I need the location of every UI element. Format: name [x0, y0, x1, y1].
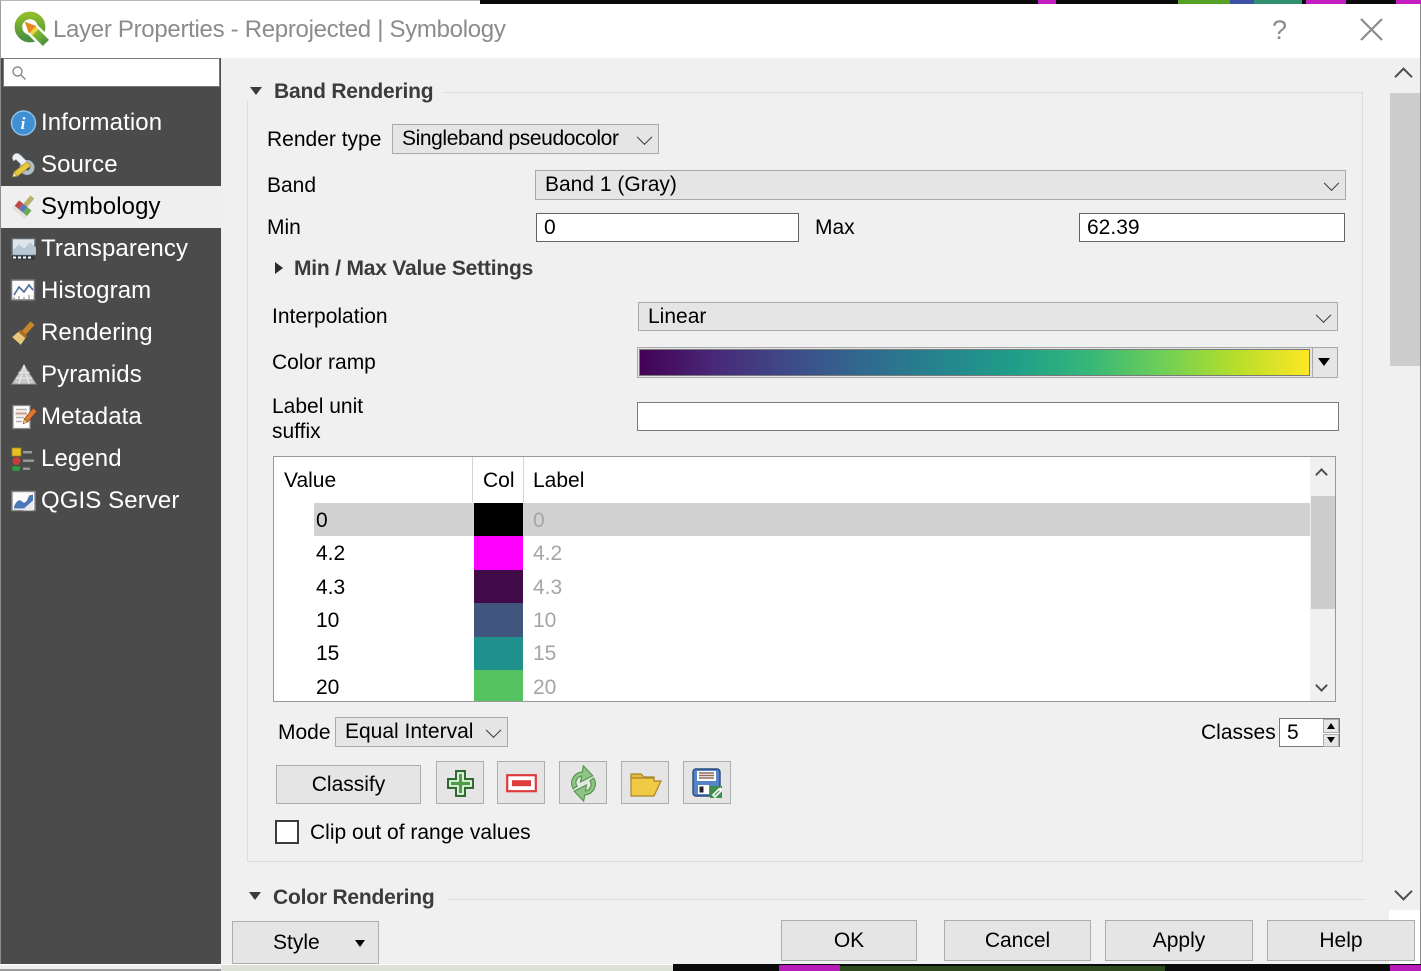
svg-text:i: i: [21, 114, 26, 133]
